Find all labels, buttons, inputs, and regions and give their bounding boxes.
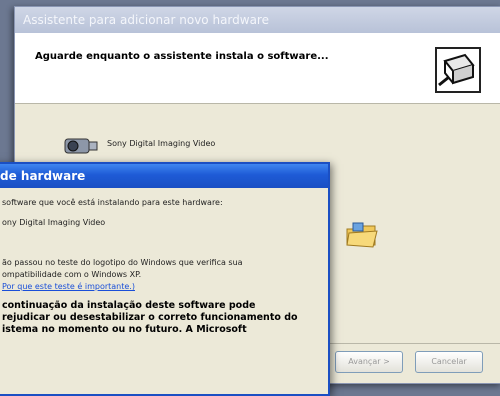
warning-line-2: rejudicar ou desestabilizar o correto fu… (2, 312, 298, 323)
camera-device-icon (64, 138, 98, 154)
wizard-header: Aguarde enquanto o assistente instala o … (15, 33, 500, 104)
dialog-logo-test-text: ão passou no teste do logotipo do Window… (2, 258, 243, 267)
wizard-title-bar[interactable]: Assistente para adicionar novo hardware (15, 7, 500, 33)
warning-line-1: continuação da instalação deste software… (2, 300, 256, 311)
dialog-title: de hardware (0, 169, 86, 183)
why-test-important-link[interactable]: Por que este teste é importante.) (2, 282, 135, 291)
dialog-intro-text: software que você está instalando para e… (2, 198, 223, 207)
cancel-button[interactable]: Cancelar (415, 351, 483, 373)
wizard-title: Assistente para adicionar novo hardware (23, 13, 269, 27)
next-button[interactable]: Avançar > (335, 351, 403, 373)
dialog-compat-text: ompatibilidade com o Windows XP. (2, 270, 142, 279)
device-name: Sony Digital Imaging Video (107, 139, 216, 148)
hardware-installation-dialog: de hardware software que você está insta… (0, 162, 330, 396)
hardware-wizard-icon (435, 47, 481, 93)
dialog-title-bar[interactable]: de hardware (0, 164, 328, 188)
warning-line-3: istema no momento ou no futuro. A Micros… (2, 324, 247, 335)
wizard-heading: Aguarde enquanto o assistente instala o … (35, 51, 329, 62)
folder-animation-icon (346, 222, 378, 248)
dialog-device-name: ony Digital Imaging Video (2, 218, 106, 227)
dialog-warning: continuação da instalação deste software… (2, 300, 324, 336)
